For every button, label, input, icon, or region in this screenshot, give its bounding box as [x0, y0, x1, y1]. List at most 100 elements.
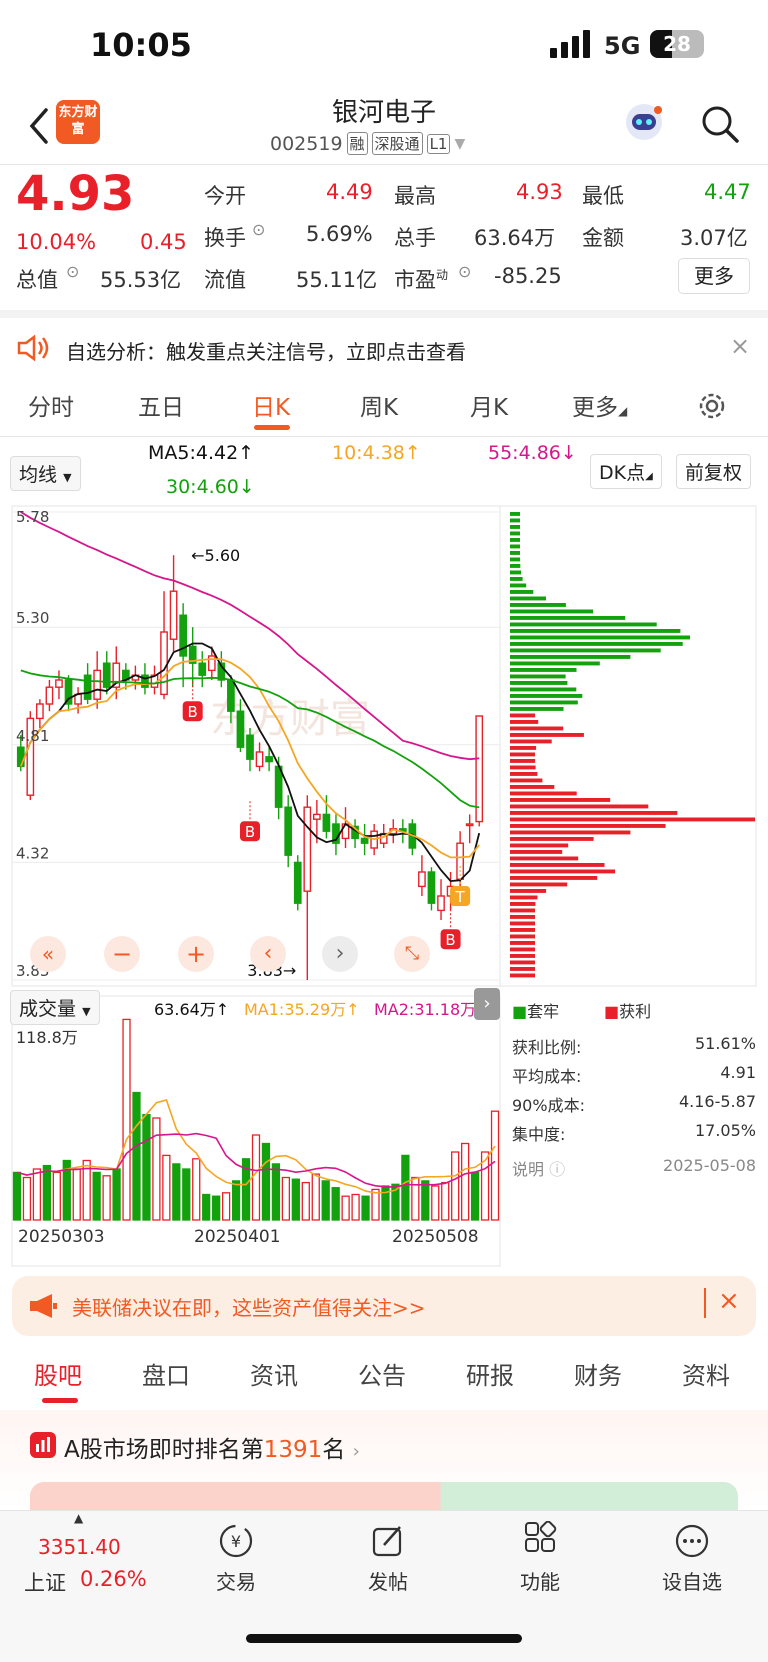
info-icon[interactable]: ⊙: [458, 262, 471, 281]
content-tabs: 股吧 盘口 资讯 公告 研报 财务 资料: [0, 1348, 768, 1404]
legend-profit: ■获利: [604, 998, 651, 1022]
tab-indicator: [254, 425, 290, 430]
zoom-in-icon[interactable]: +: [178, 936, 214, 972]
volume-bar: [72, 1168, 81, 1221]
notice-text: 自选分析：触发重点关注信号，立即点击查看: [66, 340, 466, 364]
chip-bar: [510, 694, 583, 698]
tab-more[interactable]: 更多◢: [572, 388, 627, 422]
tab-news[interactable]: 资讯: [250, 1356, 298, 1391]
low-value: 4.47: [704, 180, 751, 204]
post-button[interactable]: 发帖: [338, 1521, 438, 1595]
close-icon[interactable]: ×: [730, 332, 750, 360]
promo-banner[interactable]: 美联储决议在即，这些资产值得关注>> ×: [12, 1276, 756, 1336]
chip-bar: [510, 551, 520, 555]
tab-market-depth[interactable]: 盘口: [142, 1356, 190, 1391]
assistant-robot-icon[interactable]: [622, 100, 666, 144]
chip-bar: [510, 824, 666, 828]
candle-body: [418, 871, 426, 888]
tab-profile[interactable]: 资料: [682, 1356, 730, 1391]
volume-bar: [42, 1164, 51, 1221]
chip-bar: [510, 707, 564, 711]
analysis-notice[interactable]: 自选分析：触发重点关注信号，立即点击查看 ×: [0, 310, 768, 372]
chip-bar: [510, 798, 611, 802]
chip-bar: [510, 752, 535, 757]
chip-bar: [510, 603, 566, 607]
tab-daily-k[interactable]: 日K: [252, 388, 290, 422]
tab-announcements[interactable]: 公告: [358, 1356, 406, 1391]
volume-label: 总手: [394, 226, 436, 250]
index-value[interactable]: 3351.40: [38, 1535, 121, 1559]
volume-select[interactable]: 成交量 ▼: [10, 990, 100, 1025]
rank-suffix: 名: [322, 1437, 346, 1463]
step-left-icon[interactable]: ‹: [250, 936, 286, 972]
more-quote-button[interactable]: 更多: [678, 258, 750, 294]
volume-bar: [431, 1185, 440, 1221]
last-price: 4.93: [16, 166, 135, 222]
volume-bar: [32, 1168, 42, 1221]
fullscreen-icon[interactable]: ⤡: [394, 936, 430, 972]
chip-bar: [510, 817, 755, 822]
volume-bar: [451, 1151, 460, 1221]
ma-select[interactable]: 均线 ▼: [10, 456, 81, 491]
candle-body: [284, 806, 293, 856]
chip-bar: [510, 739, 552, 744]
kline-chart[interactable]: 东方财富 5.785.304.814.323.83 ←5.603.83→BBBT…: [0, 500, 768, 1270]
tab-five-day[interactable]: 五日: [138, 388, 184, 422]
tag-connect: 深股通: [371, 132, 423, 155]
chip-bar: [510, 687, 577, 692]
scroll-left-fast-icon[interactable]: «: [30, 936, 66, 972]
index-percent[interactable]: 0.26%: [80, 1567, 147, 1591]
speaker-icon: [17, 334, 49, 362]
add-watchlist-button[interactable]: 设自选: [642, 1521, 742, 1595]
candle-body: [16, 746, 25, 768]
ma-select-label: 均线: [19, 464, 58, 486]
chip-bar: [510, 941, 535, 945]
chip-bar: [510, 616, 626, 620]
functions-button[interactable]: 功能: [490, 1520, 590, 1595]
trade-button[interactable]: ¥ 交易: [186, 1521, 286, 1595]
tab-research[interactable]: 研报: [466, 1356, 514, 1391]
chip-bar: [510, 531, 520, 536]
candle-body: [475, 715, 484, 823]
volume-bar: [12, 1171, 22, 1221]
tab-intraday[interactable]: 分时: [28, 388, 74, 422]
chip-bar: [510, 876, 598, 880]
pe-value: -85.25: [494, 264, 562, 288]
adjust-button[interactable]: 前复权: [676, 454, 752, 489]
chip-bar: [510, 902, 536, 906]
candle-body: [303, 806, 312, 892]
tab-more-label: 更多: [572, 395, 618, 421]
price-tick-label: 4.32: [16, 844, 49, 862]
volume-bar: [341, 1195, 350, 1221]
dk-button[interactable]: DK点◢: [590, 454, 662, 489]
megaphone-icon: [30, 1294, 57, 1318]
marker-label: B: [245, 823, 255, 841]
chip-bar: [510, 954, 535, 958]
info-icon[interactable]: ⊙: [66, 262, 79, 281]
tab-monthly-k[interactable]: 月K: [470, 388, 508, 422]
step-right-icon[interactable]: ›: [322, 936, 358, 972]
chip-bar: [510, 700, 578, 705]
tab-weekly-k[interactable]: 周K: [360, 388, 398, 422]
volume-bar: [152, 1117, 161, 1221]
volume-bar: [331, 1187, 340, 1221]
pe-label-sup: 动: [436, 268, 449, 282]
volume-bar: [281, 1176, 291, 1221]
volume-bar: [271, 1163, 281, 1221]
search-icon[interactable]: [700, 104, 740, 144]
zoom-out-icon[interactable]: −: [104, 936, 140, 972]
chip-bar: [510, 778, 543, 783]
amount-value: 3.07亿: [680, 226, 748, 250]
tab-finance[interactable]: 财务: [574, 1356, 622, 1391]
tab-forum[interactable]: 股吧: [34, 1356, 82, 1391]
index-name[interactable]: 上证: [24, 1567, 66, 1597]
close-icon[interactable]: ×: [718, 1286, 740, 1316]
high-annotation: ←5.60: [191, 546, 240, 565]
chip-bar: [510, 928, 535, 932]
rank-card[interactable]: A股市场即时排名第1391名 ›: [0, 1410, 768, 1510]
chevron-down-icon[interactable]: ▼: [454, 136, 465, 152]
gear-icon[interactable]: [696, 390, 728, 422]
expand-arrow-icon[interactable]: ›: [474, 988, 500, 1020]
info-icon[interactable]: ⊙: [252, 220, 265, 239]
date-label: 20250508: [392, 1227, 479, 1247]
